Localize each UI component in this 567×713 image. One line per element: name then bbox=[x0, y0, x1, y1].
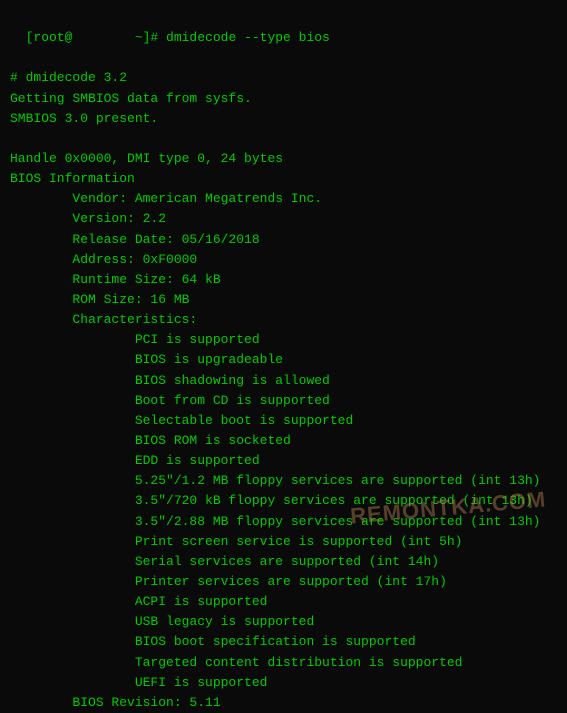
output-lines: # dmidecode 3.2 Getting SMBIOS data from… bbox=[10, 70, 541, 709]
terminal-window: [root@ ~]# dmidecode --type bios # dmide… bbox=[0, 0, 567, 541]
prompt-line: [root@ ~]# dmidecode --type bios bbox=[26, 30, 330, 45]
